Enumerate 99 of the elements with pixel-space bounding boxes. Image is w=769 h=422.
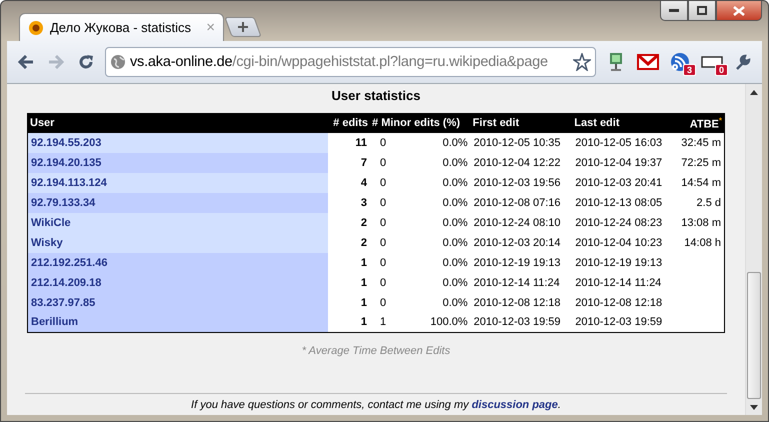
scrollbar[interactable] xyxy=(745,84,762,415)
table-cell: 0.0% xyxy=(400,212,471,233)
column-header: # Minor edits (%) xyxy=(370,114,471,133)
user-link[interactable]: 212.14.209.18 xyxy=(28,272,328,293)
user-link[interactable]: 92.194.113.124 xyxy=(28,172,328,193)
user-link[interactable]: Berillium xyxy=(28,312,328,333)
table-cell: 2010-12-24 08:10 xyxy=(470,212,572,233)
table-cell: 2.5 d xyxy=(674,192,724,213)
table-cell: 2010-12-08 12:18 xyxy=(572,292,674,313)
table-cell: 14:54 m xyxy=(674,172,724,193)
column-header: Last edit xyxy=(572,114,674,133)
table-cell: 0.0% xyxy=(400,232,471,253)
table-cell: 2010-12-13 08:05 xyxy=(572,192,674,213)
column-header: First edit xyxy=(470,114,572,133)
maximize-button[interactable] xyxy=(688,1,716,21)
count-badge: 0 xyxy=(714,64,728,76)
maximize-icon xyxy=(697,6,707,15)
footnote: * Average Time Between Edits xyxy=(302,345,450,358)
table-cell: 2010-12-04 12:22 xyxy=(470,152,572,173)
table-cell: 2010-12-19 19:13 xyxy=(572,252,674,273)
table-cell: 100.0% xyxy=(400,312,471,333)
table-cell: 32:45 m xyxy=(674,132,724,153)
table-cell: 0 xyxy=(370,252,401,273)
url-text: vs.aka-online.de/cgi-bin/wppagehiststat.pl?lang=ru.wikipedia&page xyxy=(130,54,549,70)
user-link[interactable]: 92.194.55.203 xyxy=(28,132,328,153)
table-cell: 14:08 h xyxy=(674,232,724,253)
discussion-link[interactable]: discussion page xyxy=(472,399,558,411)
table-cell: 0.0% xyxy=(400,132,471,153)
table-cell: 0 xyxy=(370,152,401,173)
table-cell: 2010-12-14 11:24 xyxy=(470,272,572,293)
table-cell: 2010-12-14 11:24 xyxy=(572,272,674,293)
table-cell: 0 xyxy=(370,272,401,293)
table-cell: 2010-12-03 19:59 xyxy=(572,312,674,333)
table-cell: 0.0% xyxy=(400,172,471,193)
table-cell: 2010-12-03 19:59 xyxy=(470,312,572,333)
table-cell: 0 xyxy=(370,132,401,153)
table-cell: 1 xyxy=(328,252,370,273)
table-cell: 2010-12-08 12:18 xyxy=(470,292,572,313)
table-cell: 1 xyxy=(370,312,401,333)
counter-icon[interactable] xyxy=(701,56,723,68)
browser-tab[interactable]: Дело Жукова - statistics × xyxy=(19,13,224,41)
user-link[interactable]: 83.237.97.85 xyxy=(28,292,328,313)
table-cell: 0 xyxy=(370,232,401,253)
table-cell: 11 xyxy=(328,132,370,153)
table-cell: 2010-12-03 20:14 xyxy=(470,232,572,253)
table-cell: 2010-12-08 07:16 xyxy=(470,192,572,213)
table-cell: 2010-12-03 20:41 xyxy=(572,172,674,193)
close-button[interactable] xyxy=(716,1,762,21)
user-link[interactable]: WikiCle xyxy=(28,212,328,233)
column-header: ATBE$^{*}$ xyxy=(674,114,724,133)
table-cell: 13:08 m xyxy=(674,212,724,233)
table-cell: 2 xyxy=(328,232,370,253)
count-badge: 3 xyxy=(682,64,696,76)
flower-icon xyxy=(28,20,44,36)
table-cell: 7 xyxy=(328,152,370,173)
user-link[interactable]: 92.194.20.135 xyxy=(28,152,328,173)
table-cell: 1 xyxy=(328,292,370,313)
table-cell: 0 xyxy=(370,212,401,233)
table-cell: 0.0% xyxy=(400,252,471,273)
minimize-icon xyxy=(669,8,679,12)
table-cell: 2010-12-04 10:23 xyxy=(572,232,674,253)
page-heading: User statistics xyxy=(332,88,420,103)
scroll-down-icon[interactable] xyxy=(750,404,758,410)
star-icon[interactable] xyxy=(573,53,591,71)
scroll-up-icon[interactable] xyxy=(750,90,758,94)
minimize-button[interactable] xyxy=(660,1,688,21)
mail-icon[interactable] xyxy=(637,54,659,70)
table-cell: 2010-12-24 08:23 xyxy=(572,212,674,233)
user-link[interactable]: 212.192.251.46 xyxy=(28,252,328,273)
table-cell: 0 xyxy=(370,172,401,193)
table-cell: 0.0% xyxy=(400,292,471,313)
table-cell: 0.0% xyxy=(400,152,471,173)
new-tab-button[interactable] xyxy=(224,17,262,37)
table-cell: 0.0% xyxy=(400,272,471,293)
monitor-icon[interactable] xyxy=(607,52,625,72)
table-cell: 2010-12-19 19:13 xyxy=(470,252,572,273)
close-icon xyxy=(733,6,745,16)
table-cell: 2010-12-05 16:03 xyxy=(572,132,674,153)
column-header: User xyxy=(28,114,328,133)
plus-icon xyxy=(238,22,248,32)
table-cell: 2 xyxy=(328,212,370,233)
footer-text: If you have questions or comments, contact me using my discussion page. xyxy=(191,399,561,411)
table-cell: 0.0% xyxy=(400,192,471,213)
table-cell: 0 xyxy=(370,292,401,313)
user-link[interactable]: Wisky xyxy=(28,232,328,253)
column-header: # edits xyxy=(328,114,370,133)
table-cell: 72:25 m xyxy=(674,152,724,173)
table-cell: 3 xyxy=(328,192,370,213)
globe-icon xyxy=(110,54,126,70)
table-cell: 4 xyxy=(328,172,370,193)
table-cell: 2010-12-05 10:35 xyxy=(470,132,572,153)
table-cell: 2010-12-04 19:37 xyxy=(572,152,674,173)
user-link[interactable]: 92.79.133.34 xyxy=(28,192,328,213)
table-cell: 0 xyxy=(370,192,401,213)
table-cell: 1 xyxy=(328,312,370,333)
address-bar[interactable]: vs.aka-online.de/cgi-bin/wppagehiststat.pl?lang=ru.wikipedia&page xyxy=(105,47,596,77)
table-cell: 1 xyxy=(328,272,370,293)
table-cell: 2010-12-03 19:56 xyxy=(470,172,572,193)
tab-title: Дело Жукова - statistics xyxy=(50,20,192,35)
